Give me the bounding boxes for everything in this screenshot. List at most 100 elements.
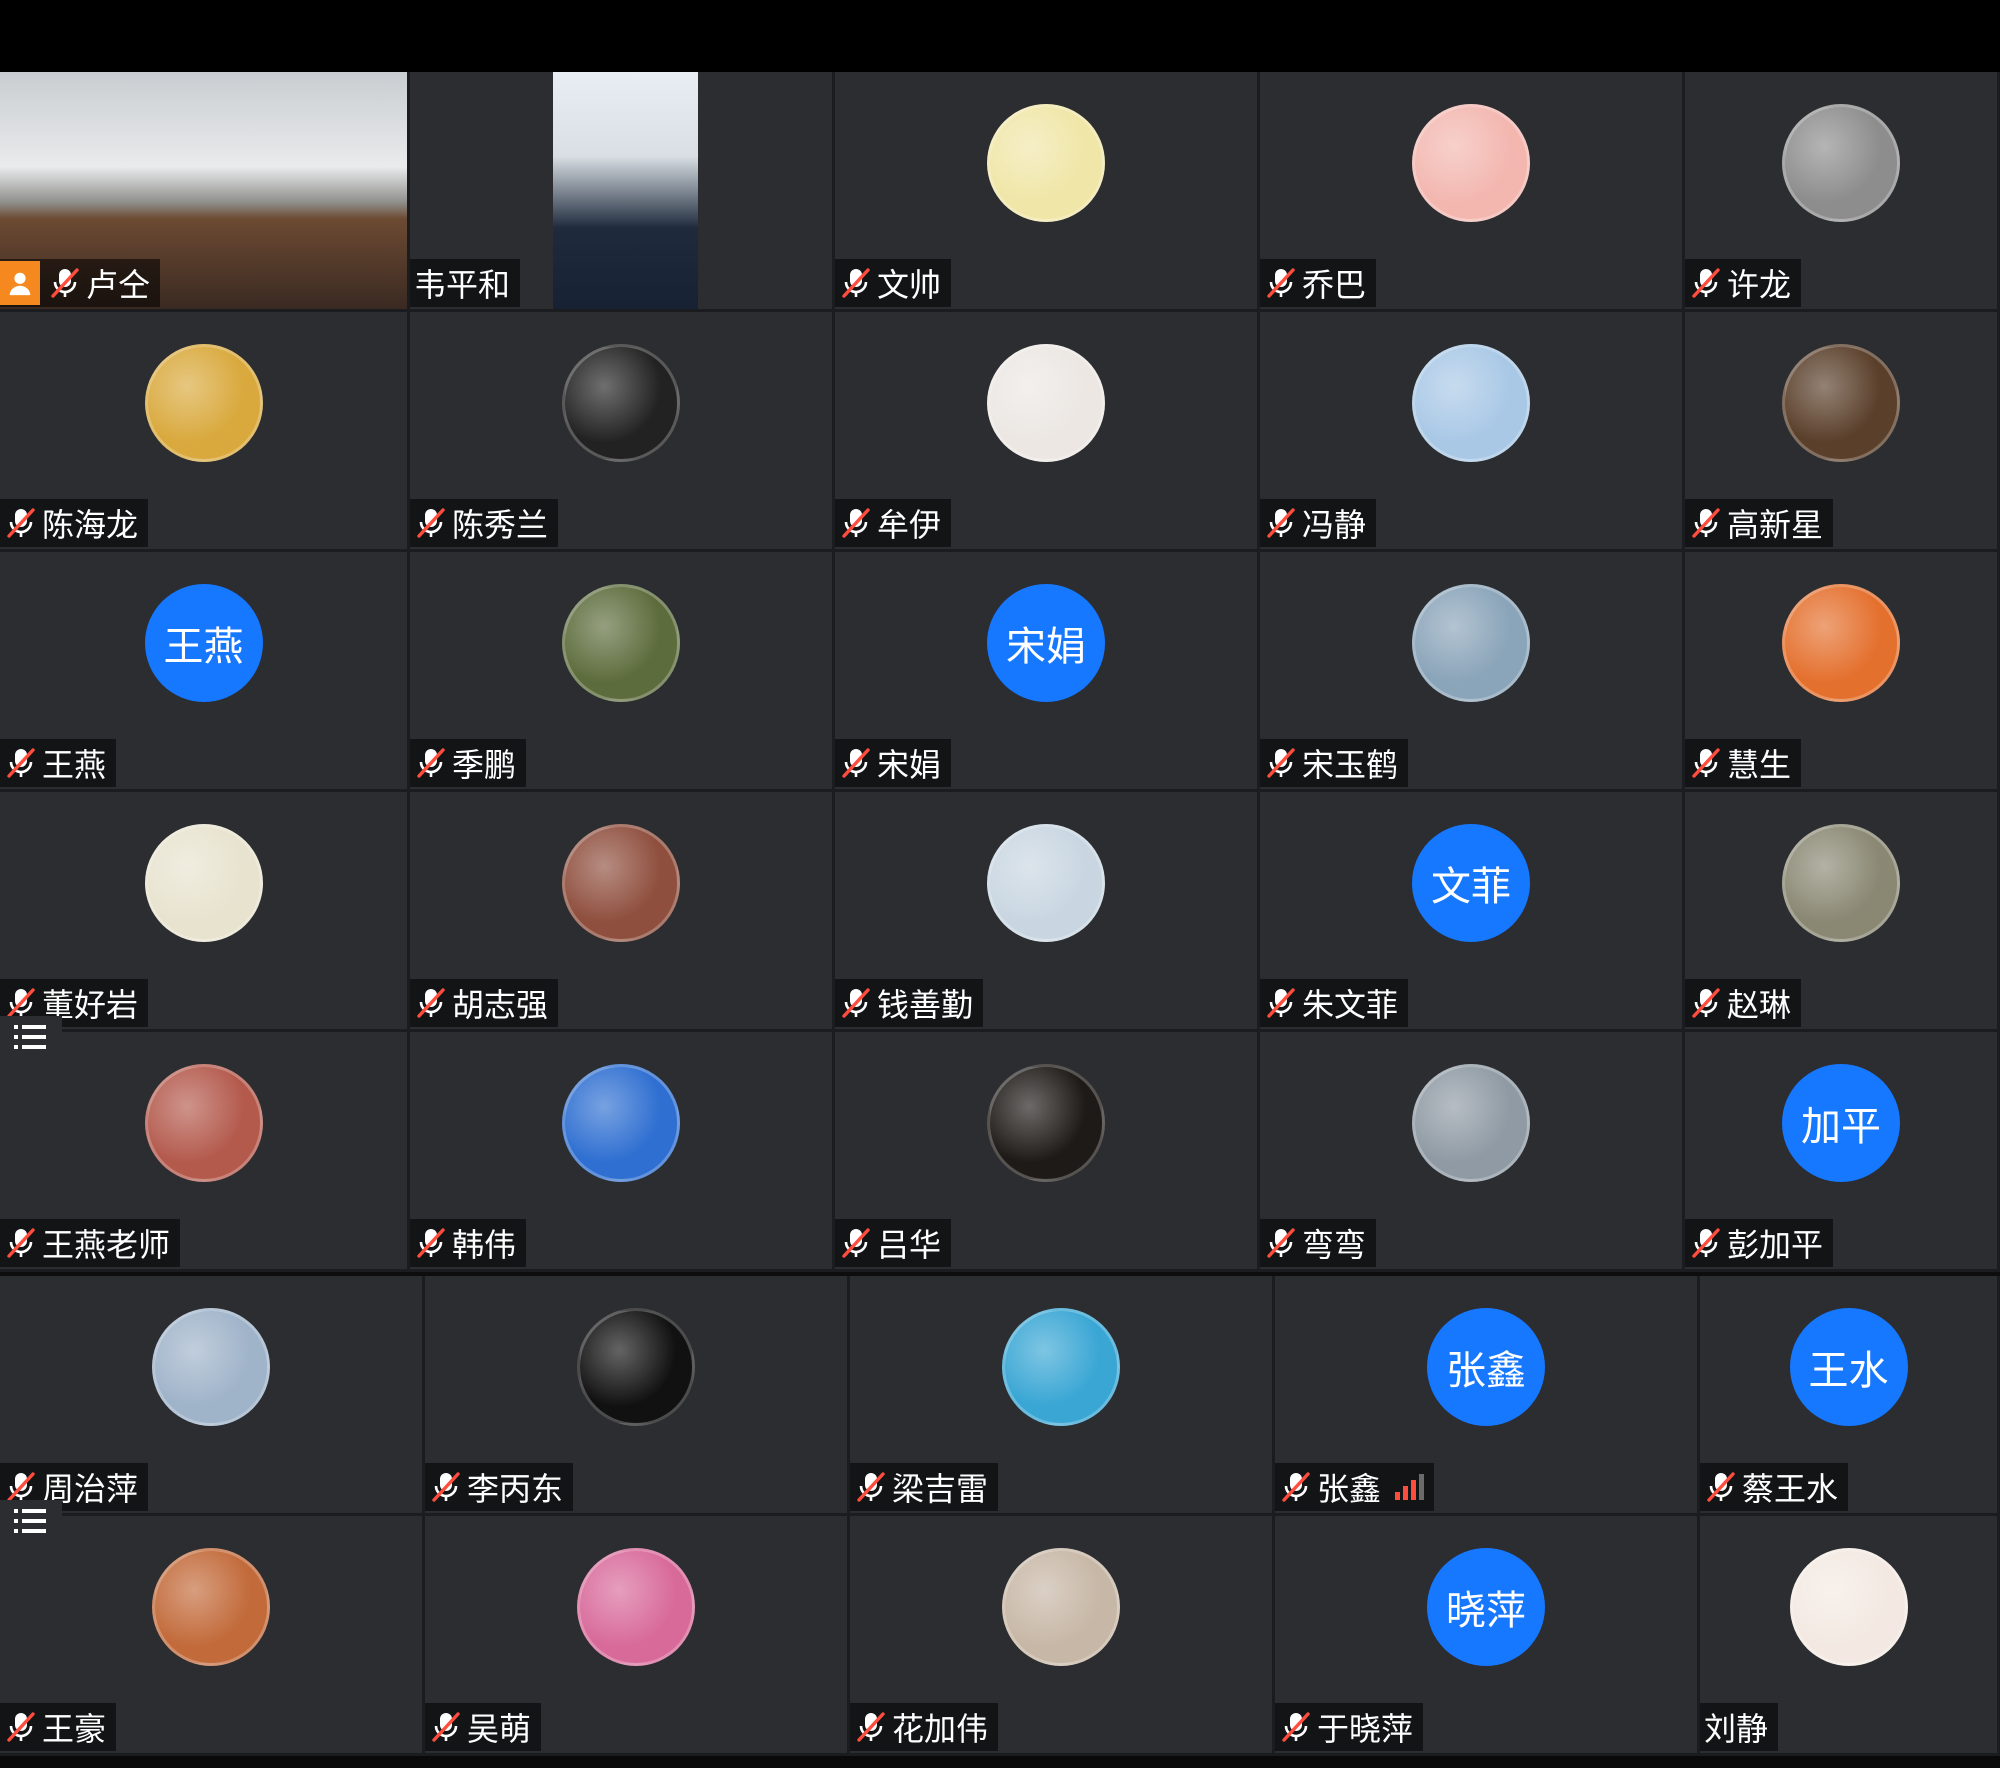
name-label: 花加伟	[850, 1703, 999, 1751]
participant-tile[interactable]: 王燕老师	[0, 1032, 410, 1272]
mic-muted-icon	[842, 268, 870, 298]
name-label: 吴萌	[425, 1703, 542, 1751]
participant-tile[interactable]: 吴萌	[425, 1516, 850, 1756]
mic-muted-icon	[857, 1712, 885, 1742]
avatar-photo	[152, 1308, 270, 1426]
mic-muted-icon	[1267, 508, 1295, 538]
avatar-initials: 晓萍	[1427, 1548, 1545, 1666]
participant-tile[interactable]: 文帅	[835, 72, 1260, 312]
name-label: 慧生	[1685, 739, 1802, 787]
participant-tile[interactable]: 刘静	[1700, 1516, 2000, 1756]
participant-tile[interactable]: 李丙东	[425, 1276, 850, 1516]
participant-tile[interactable]: 牟伊	[835, 312, 1260, 552]
participant-name: 文帅	[877, 266, 942, 304]
participant-tile[interactable]: 乔巴	[1260, 72, 1685, 312]
mic-muted-icon	[1282, 1472, 1310, 1502]
name-label: 刘静	[1700, 1703, 1779, 1751]
participant-tile[interactable]: 陈秀兰	[410, 312, 835, 552]
name-label: 宋玉鹤	[1260, 739, 1409, 787]
participant-tile[interactable]: 陈海龙	[0, 312, 410, 552]
list-icon	[14, 1509, 46, 1533]
avatar-photo	[1412, 584, 1530, 702]
name-label: 文帅	[835, 259, 952, 307]
participant-tile[interactable]: 加平 彭加平	[1685, 1032, 2000, 1272]
participant-tile[interactable]: 钱善勤	[835, 792, 1260, 1032]
participant-tile[interactable]: 胡志强	[410, 792, 835, 1032]
avatar-photo	[562, 1064, 680, 1182]
participant-tile[interactable]: 韦平和	[410, 72, 835, 312]
name-label: 季鹏	[410, 739, 527, 787]
participant-tile[interactable]: 王燕 王燕	[0, 552, 410, 792]
participant-tile[interactable]: 季鹏	[410, 552, 835, 792]
mic-muted-icon	[7, 508, 35, 538]
avatar-photo	[562, 824, 680, 942]
avatar-photo	[1002, 1548, 1120, 1666]
participant-tile[interactable]: 梁吉雷	[850, 1276, 1275, 1516]
participant-tile[interactable]: 宋娟 宋娟	[835, 552, 1260, 792]
name-label: 高新星	[1685, 499, 1834, 547]
participant-tile[interactable]: 弯弯	[1260, 1032, 1685, 1272]
participant-tile[interactable]: 王豪	[0, 1516, 425, 1756]
participant-tile[interactable]: 王水 蔡王水	[1700, 1276, 2000, 1516]
name-label: 冯静	[1260, 499, 1377, 547]
mic-muted-icon	[1267, 268, 1295, 298]
participant-tile[interactable]: 韩伟	[410, 1032, 835, 1272]
participant-tile[interactable]: 冯静	[1260, 312, 1685, 552]
mic-muted-icon	[417, 748, 445, 778]
participant-name: 梁吉雷	[892, 1470, 989, 1508]
name-label: 蔡王水	[1700, 1463, 1849, 1511]
host-icon	[0, 261, 40, 305]
mic-muted-icon	[417, 988, 445, 1018]
avatar-photo	[144, 344, 263, 462]
avatar-photo	[987, 1064, 1105, 1182]
participant-tile[interactable]: 张鑫 张鑫	[1275, 1276, 1700, 1516]
name-label: 许龙	[1685, 259, 1802, 307]
participant-tile[interactable]: 宋玉鹤	[1260, 552, 1685, 792]
participant-list-button[interactable]	[0, 1016, 62, 1058]
name-label: 钱善勤	[835, 979, 984, 1027]
participant-tile[interactable]: 晓萍 于晓萍	[1275, 1516, 1700, 1756]
participant-name: 李丙东	[467, 1470, 564, 1508]
participant-tile[interactable]: 吕华	[835, 1032, 1260, 1272]
participant-name: 许龙	[1727, 266, 1792, 304]
participant-tile[interactable]: 慧生	[1685, 552, 2000, 792]
participant-name: 韩伟	[452, 1226, 517, 1264]
mic-muted-icon	[1282, 1712, 1310, 1742]
mic-muted-icon	[842, 1228, 870, 1258]
avatar-photo	[562, 344, 680, 462]
participant-name: 牟伊	[877, 506, 942, 544]
avatar-photo	[1002, 1308, 1120, 1426]
participant-tile[interactable]: 董好岩	[0, 792, 410, 1032]
avatar-initials: 加平	[1782, 1064, 1900, 1182]
participant-name: 花加伟	[892, 1710, 989, 1748]
participant-tile[interactable]: 赵琳	[1685, 792, 2000, 1032]
participant-tile[interactable]: 花加伟	[850, 1516, 1275, 1756]
name-label: 宋娟	[835, 739, 952, 787]
mic-muted-icon	[1692, 748, 1720, 778]
avatar-photo	[1782, 584, 1900, 702]
participant-grid-top: 卢仝 韦平和 文帅 乔巴 许龙陈海龙 陈秀兰牟伊 冯静 高新星王燕 王燕 季鹏 宋娟 宋娟 宋玉鹤 慧生董…	[0, 72, 2000, 1272]
participant-name: 王燕	[42, 746, 107, 784]
mic-muted-icon	[7, 1712, 35, 1742]
mic-muted-icon	[857, 1472, 885, 1502]
participant-tile[interactable]: 周治萍	[0, 1276, 425, 1516]
participant-tile[interactable]: 许龙	[1685, 72, 2000, 312]
participant-name: 高新星	[1727, 506, 1824, 544]
avatar-photo	[1782, 104, 1900, 222]
name-label: 李丙东	[425, 1463, 574, 1511]
participant-tile[interactable]: 文菲 朱文菲	[1260, 792, 1685, 1032]
avatar-photo	[144, 824, 263, 942]
participant-tile[interactable]: 卢仝	[0, 72, 410, 312]
bottom-edge	[0, 1756, 2000, 1768]
avatar-photo	[144, 1064, 263, 1182]
mic-muted-icon	[7, 748, 35, 778]
name-label: 王豪	[0, 1703, 117, 1751]
participant-tile[interactable]: 高新星	[1685, 312, 2000, 552]
participant-name: 慧生	[1727, 746, 1792, 784]
participant-name: 韦平和	[414, 266, 511, 304]
participant-list-button-2[interactable]	[0, 1500, 62, 1542]
participant-name: 钱善勤	[877, 986, 974, 1024]
name-label: 乔巴	[1260, 259, 1377, 307]
avatar-photo	[1412, 104, 1530, 222]
participant-name: 王燕老师	[42, 1226, 171, 1264]
